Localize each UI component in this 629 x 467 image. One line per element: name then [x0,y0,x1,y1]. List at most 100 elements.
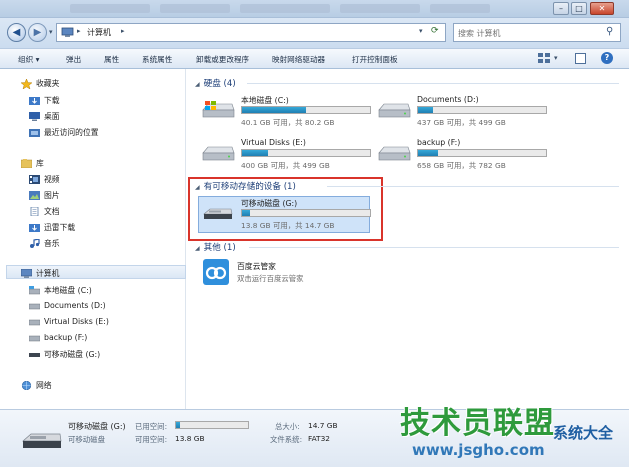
nav-item-drive-d[interactable]: Documents (D:) [28,301,106,310]
nav-label: 视频 [44,175,60,184]
navigation-pane: 收藏夹 下载 桌面 最近访问的位置 库 视频 图片 文档 迅雷下载 音乐 计算机… [0,69,186,409]
drive-usage-bar [417,106,547,114]
nav-favorites[interactable]: 收藏夹 [20,78,60,90]
nav-item-downloads[interactable]: 下载 [29,95,60,106]
app-description: 双击运行百度云管家 [237,274,304,283]
nav-item-drive-c[interactable]: 本地磁盘 (C:) [28,285,92,296]
group-divider [247,83,619,84]
drive-usage-fill [418,150,439,156]
view-options-icon[interactable] [538,53,550,63]
hard-drive-icon [28,317,41,326]
nav-label: 收藏夹 [36,79,60,88]
recent-places-icon [29,128,40,137]
search-box[interactable]: ⚲ [453,23,621,42]
preview-pane-icon[interactable] [575,53,586,64]
drive-tile-e[interactable]: Virtual Disks (E:) 400 GB 可用，共 499 GB [201,138,401,172]
back-button[interactable]: ◀ [7,23,26,42]
group-other[interactable]: ◢ 其他 (1) [195,241,236,253]
eject-button[interactable]: 弹出 [66,54,81,65]
drive-space-info: 658 GB 可用，共 782 GB [417,161,506,170]
nav-libraries[interactable]: 库 [20,158,44,169]
details-drive-type: 可移动磁盘 [68,435,105,444]
maximize-button[interactable]: □ [571,2,587,15]
blurred-taskbar-item [340,4,420,13]
nav-label: 计算机 [36,269,60,278]
download-folder-icon [29,96,40,105]
blurred-taskbar-item [70,4,150,13]
nav-computer[interactable]: 计算机 [20,268,60,279]
nav-item-music[interactable]: 音乐 [29,238,60,249]
drive-space-info: 40.1 GB 可用，共 80.2 GB [241,118,335,127]
drive-usage-bar [417,149,547,157]
map-network-drive-button[interactable]: 映射网络驱动器 [272,54,325,65]
drive-tile-c[interactable]: 本地磁盘 (C:) 40.1 GB 可用，共 80.2 GB [201,95,401,129]
organize-menu[interactable]: 组织 ▾ [18,54,39,65]
group-header: 有可移动存储的设备 (1) [203,182,296,192]
hard-drive-icon [28,333,41,342]
computer-icon [61,27,74,38]
uninstall-program-button[interactable]: 卸载或更改程序 [196,54,249,65]
forward-button[interactable]: ▶ [28,23,47,42]
nav-label: 最近访问的位置 [44,128,99,137]
details-free-label: 可用空间: [135,435,168,444]
refresh-icon[interactable]: ⟳ [431,26,439,36]
details-used-label: 已用空间: [135,422,168,431]
search-icon[interactable]: ⚲ [606,26,613,37]
drive-name: 可移动磁盘 (G:) [241,199,298,208]
collapse-arrow-icon: ◢ [195,245,200,252]
nav-item-videos[interactable]: 视频 [29,174,60,185]
nav-item-desktop[interactable]: 桌面 [29,111,60,122]
system-properties-button[interactable]: 系统属性 [142,54,172,65]
video-icon [29,175,40,184]
details-total-value: 14.7 GB [308,421,338,430]
music-icon [29,238,40,248]
command-toolbar: 组织 ▾ 弹出 属性 系统属性 卸载或更改程序 映射网络驱动器 打开控制面板 ▾… [0,48,629,69]
hard-drive-icon [202,146,235,161]
details-total-label: 总大小: [275,422,300,431]
nav-item-documents[interactable]: 文档 [29,206,60,217]
nav-label: 桌面 [44,112,60,121]
drive-tile-g[interactable]: 可移动磁盘 (G:) 13.8 GB 可用，共 14.7 GB [201,198,401,232]
drive-tile-f[interactable]: backup (F:) 658 GB 可用，共 782 GB [377,138,577,172]
group-removable[interactable]: ◢ 有可移动存储的设备 (1) [195,180,296,192]
nav-item-drive-f[interactable]: backup (F:) [28,333,87,342]
search-input[interactable] [458,27,600,39]
usb-drive-icon [203,208,233,219]
nav-item-thunder-downloads[interactable]: 迅雷下载 [29,222,75,233]
nav-label: 音乐 [44,239,60,248]
help-icon[interactable]: ? [601,52,613,64]
computer-icon [20,268,33,278]
address-box[interactable]: ▸ 计算机 ▸ ▾ ⟳ [56,23,446,42]
address-dropdown-button[interactable]: ▾ [419,27,423,35]
close-button[interactable]: ✕ [590,2,614,15]
baidu-cloud-tile[interactable]: 百度云管家 双击运行百度云管家 [201,257,401,291]
usb-drive-icon [29,350,40,359]
drive-usage-fill [242,210,250,216]
nav-item-drive-g[interactable]: 可移动磁盘 (G:) [29,349,100,360]
open-control-panel-button[interactable]: 打开控制面板 [352,54,398,65]
details-drive-name: 可移动磁盘 (G:) [68,422,126,431]
drive-usage-fill [418,107,434,113]
nav-item-drive-e[interactable]: Virtual Disks (E:) [28,317,109,326]
collapse-arrow-icon: ◢ [195,81,200,88]
properties-button[interactable]: 属性 [104,54,119,65]
blurred-taskbar-item [430,4,490,13]
group-divider [249,247,619,248]
nav-network[interactable]: 网络 [21,380,52,391]
drive-tile-d[interactable]: Documents (D:) 437 GB 可用，共 499 GB [377,95,577,129]
minimize-button[interactable]: – [553,2,569,15]
details-free-value: 13.8 GB [175,434,205,443]
details-usage-fill [176,422,181,428]
drive-usage-bar [241,149,371,157]
nav-item-recent[interactable]: 最近访问的位置 [29,127,99,138]
nav-label: 库 [36,159,44,168]
nav-item-pictures[interactable]: 图片 [29,190,60,201]
blurred-taskbar-item [160,4,230,13]
breadcrumb-computer[interactable]: 计算机 [87,27,111,38]
nav-label: Virtual Disks (E:) [44,317,109,326]
history-dropdown-button[interactable]: ▾ [49,28,53,36]
breadcrumb-separator: ▸ [121,27,125,35]
group-hard-disks[interactable]: ◢ 硬盘 (4) [195,77,236,89]
view-dropdown-button[interactable]: ▾ [554,54,558,62]
drive-space-info: 13.8 GB 可用，共 14.7 GB [241,221,335,230]
